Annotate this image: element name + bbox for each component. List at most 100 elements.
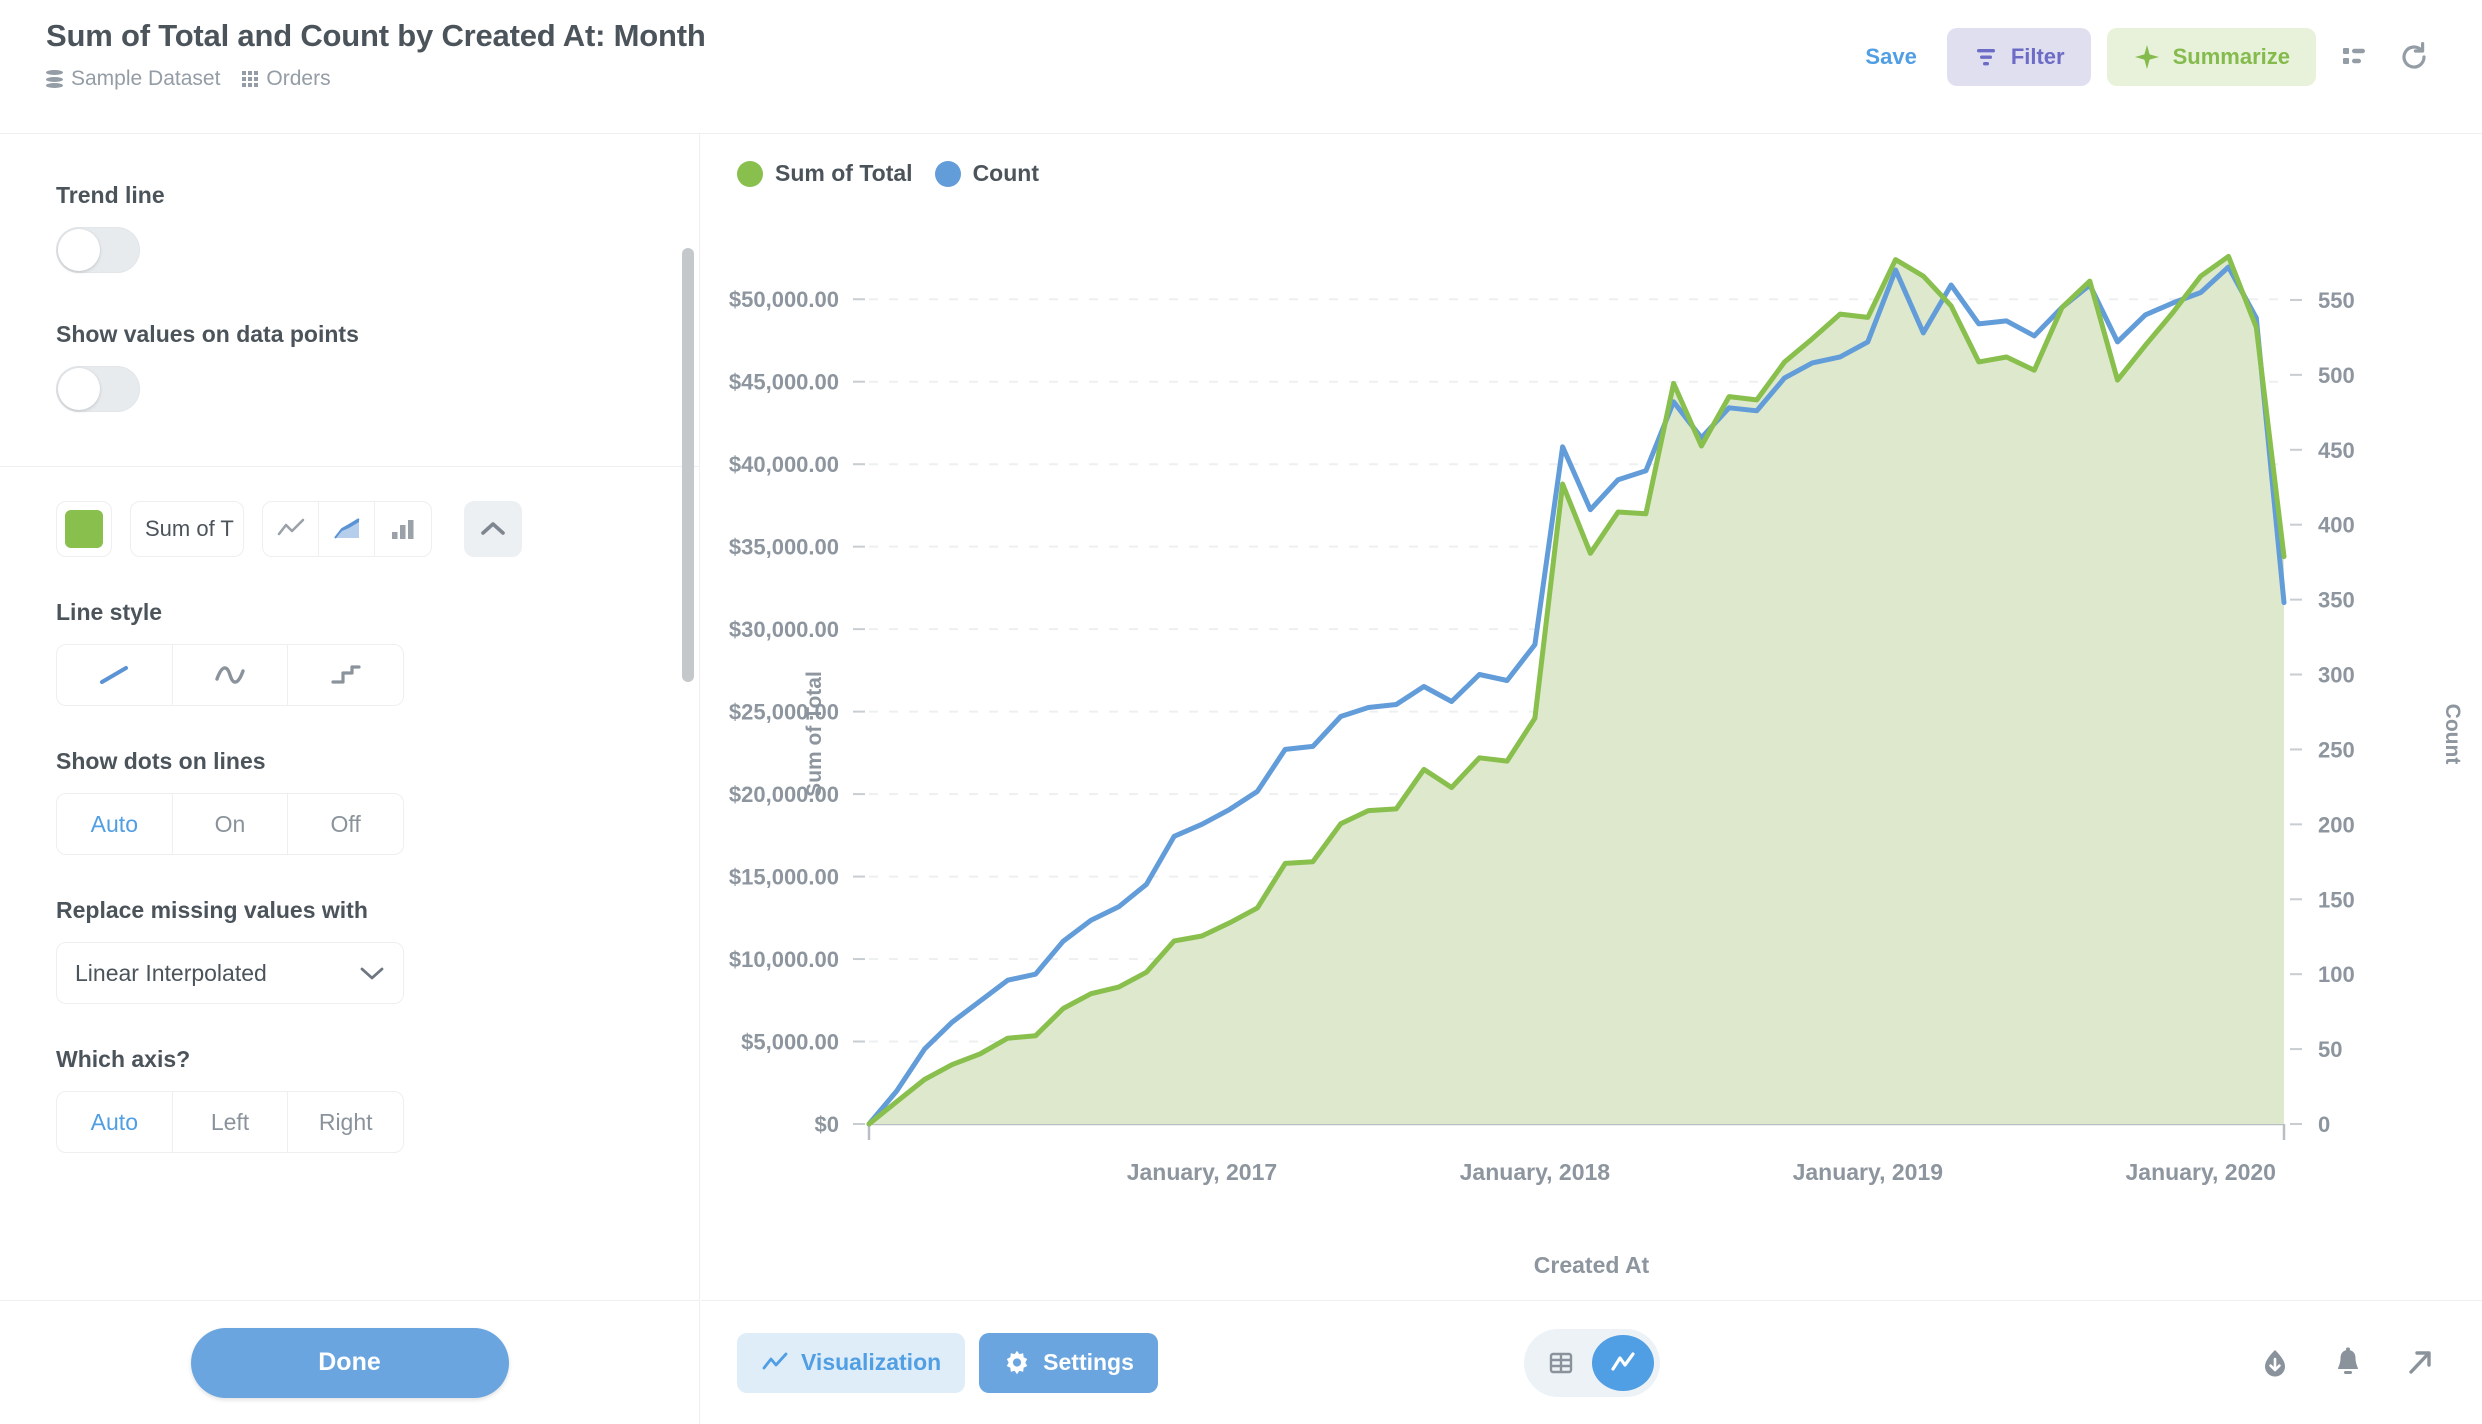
view-toggle-group [1523,1328,1660,1397]
download-button[interactable] [2258,1346,2292,1380]
y-axis-right-tick-label: 200 [2318,812,2355,837]
summarize-label: Summarize [2172,44,2290,69]
summarize-button[interactable]: Summarize [2106,28,2316,86]
bottom-toolbar: Visualization Settings [701,1300,2482,1424]
show-values-label: Show values on data points [56,321,359,347]
table-view-button[interactable] [1530,1335,1592,1391]
y-axis-right-tick-label: 100 [2318,962,2355,987]
show-dots-off-button[interactable]: Off [288,794,403,854]
display-type-area-button[interactable] [319,502,375,556]
filter-icon [1976,49,1995,66]
series-settings: Sum of T [0,501,699,557]
x-axis-tick-label: January, 2018 [1460,1159,1611,1185]
line-style-curve-button[interactable] [173,645,289,705]
show-dots-label: Show dots on lines [56,748,266,774]
trend-line-toggle[interactable] [56,227,140,273]
refresh-icon [2402,42,2426,69]
filter-button[interactable]: Filter [1946,28,2091,86]
which-axis-label: Which axis? [56,1046,191,1072]
legend-label: Sum of Total [775,160,913,186]
chevron-down-icon [360,967,384,980]
curve-line-icon [215,666,245,684]
show-values-setting: Show values on data points [0,273,699,412]
done-button[interactable]: Done [190,1327,509,1398]
series-color-button[interactable] [56,501,112,557]
y-axis-left-title: Sum of Total [803,671,826,797]
sidebar-divider [0,466,699,467]
row-display-button[interactable] [2332,35,2376,79]
line-chart-icon [277,518,304,536]
bottom-right-actions [2258,1346,2436,1380]
replace-missing-select[interactable]: Linear Interpolated [56,942,404,1004]
database-icon [46,69,63,89]
chart-plot-area[interactable]: $0 $5,000.00 $10,000.00 $15,000.00 $20,000.0… [701,222,2482,1300]
list-layout-icon [2343,48,2365,64]
settings-label: Settings [1043,1349,1134,1375]
breadcrumb-item-database[interactable]: Sample Dataset [46,67,220,91]
display-type-bar-button[interactable] [375,502,431,556]
toggle-knob [58,368,100,410]
download-icon [2265,1349,2285,1376]
which-axis-group: Auto Left Right [56,1091,404,1153]
chart-svg[interactable]: $0$5,000.00$10,000.00$15,000.00$20,000.0… [701,222,2482,1300]
replace-missing-setting: Replace missing values with Linear Inter… [0,855,699,1004]
y-axis-left-tick-label: $10,000.00 [729,947,839,972]
legend-item-count[interactable]: Count [934,160,1039,187]
show-values-toggle[interactable] [56,366,140,412]
series-display-type-group [262,501,432,557]
sidebar-footer: Done [0,1300,699,1424]
line-style-step-button[interactable] [288,645,403,705]
y-axis-right-tick-label: 0 [2318,1112,2330,1137]
display-type-line-button[interactable] [263,502,319,556]
series-collapse-button[interactable] [464,501,522,557]
legend-color-dot [934,160,961,187]
save-button[interactable]: Save [1851,38,1930,76]
breadcrumb: Sample Dataset Orders [46,67,706,91]
y-axis-left-tick-label: $40,000.00 [729,452,839,477]
which-axis-left-button[interactable]: Left [173,1092,289,1152]
linear-line-icon [100,666,129,684]
step-line-icon [331,665,361,684]
chart-view-icon [1610,1351,1635,1371]
which-axis-right-button[interactable]: Right [288,1092,403,1152]
chart-panel: Sum of Total Count $0 $5,000.00 $10,000.00… [701,134,2482,1424]
share-arrow-icon [2409,1350,2431,1374]
header-left: Sum of Total and Count by Created At: Mo… [0,0,706,91]
x-axis-tick-label: January, 2017 [1127,1159,1277,1185]
replace-missing-label: Replace missing values with [56,897,368,923]
refresh-button[interactable] [2392,35,2436,79]
y-axis-right-tick-label: 50 [2318,1037,2342,1062]
y-axis-right-tick-label: 550 [2318,288,2355,313]
chart-view-button[interactable] [1591,1334,1654,1391]
series-color-swatch [65,510,103,548]
line-style-setting: Line style [0,557,699,706]
breadcrumb-database-label: Sample Dataset [71,67,221,90]
settings-sidebar: Trend line Show values on data points Su… [0,134,700,1424]
filter-label: Filter [2010,44,2065,69]
table-grid-icon [242,71,259,87]
which-axis-auto-button[interactable]: Auto [57,1092,173,1152]
alert-button[interactable] [2332,1346,2364,1380]
y-axis-left-tick-label: $50,000.00 [729,287,839,312]
settings-button[interactable]: Settings [979,1332,1158,1393]
line-style-linear-button[interactable] [57,645,173,705]
line-style-group [56,644,404,706]
legend-item-sum-of-total[interactable]: Sum of Total [737,160,913,187]
show-dots-on-button[interactable]: On [173,794,289,854]
settings-scroll-area: Trend line Show values on data points Su… [0,134,699,1300]
line-chart-icon [762,1352,788,1369]
show-dots-group: Auto On Off [56,793,404,855]
sidebar-scrollbar-thumb[interactable] [682,248,694,682]
breadcrumb-item-table[interactable]: Orders [242,67,331,91]
series-name-input[interactable]: Sum of T [130,501,244,557]
area-chart-icon [333,518,360,539]
y-axis-left-tick-label: $15,000.00 [729,865,839,890]
visualization-button[interactable]: Visualization [737,1332,966,1393]
y-axis-right-title: Count [2441,703,2464,765]
show-dots-auto-button[interactable]: Auto [57,794,173,854]
y-axis-right-tick-label: 350 [2318,588,2355,613]
page-title: Sum of Total and Count by Created At: Mo… [46,18,706,53]
x-axis-tick-label: January, 2020 [2126,1159,2276,1185]
share-button[interactable] [2404,1347,2436,1379]
series-area-sum-of-total [869,256,2284,1124]
